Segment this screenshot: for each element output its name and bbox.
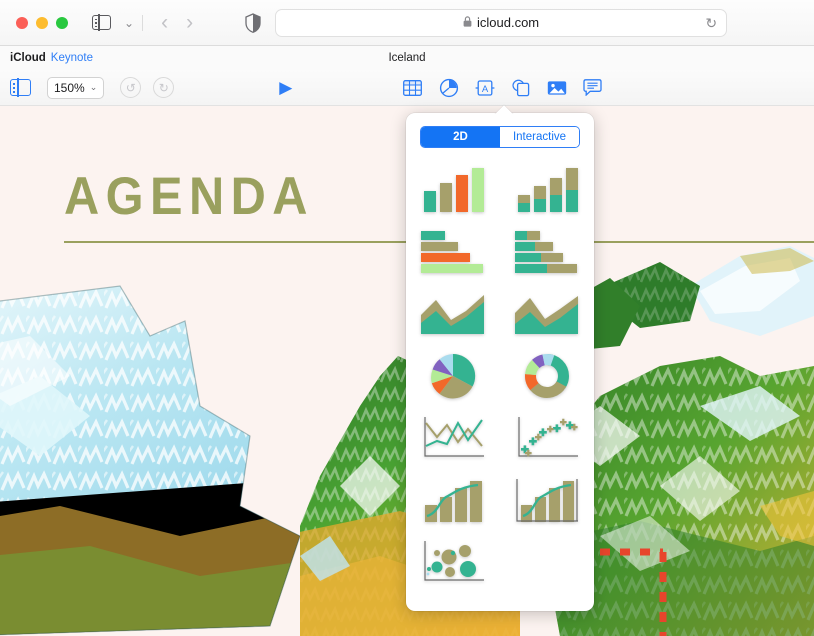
navigation-arrows: ‹ › <box>161 12 193 33</box>
page-title: AGENDA <box>64 167 314 226</box>
window-traffic-lights <box>16 16 68 29</box>
undo-button[interactable]: ↺ <box>120 77 142 98</box>
privacy-shield-icon[interactable] <box>245 12 261 33</box>
minimize-window-button[interactable] <box>36 16 48 29</box>
address-bar[interactable]: icloud.com ↻ <box>275 8 728 37</box>
chart-type-scatter[interactable] <box>500 407 594 469</box>
media-icon[interactable] <box>546 77 567 98</box>
forward-button[interactable]: › <box>186 12 193 33</box>
chart-icon[interactable] <box>438 77 459 98</box>
chart-type-bubble[interactable] <box>406 531 500 593</box>
chart-type-line[interactable] <box>406 407 500 469</box>
chart-type-two-axis[interactable] <box>500 469 594 531</box>
comment-icon[interactable] <box>582 77 603 98</box>
chevron-down-icon: ⌄ <box>89 82 98 92</box>
popover-arrow <box>494 104 514 114</box>
zoom-level-value: 150% <box>54 80 85 95</box>
chart-type-grid <box>406 159 594 593</box>
chart-type-stacked-bar[interactable] <box>500 221 594 283</box>
shape-icon[interactable] <box>510 77 531 98</box>
toolbar-divider <box>142 14 144 31</box>
chart-type-stacked-column[interactable] <box>500 159 594 221</box>
chart-type-bar[interactable] <box>406 221 500 283</box>
document-title: Iceland <box>388 52 426 64</box>
back-button[interactable]: ‹ <box>161 12 168 33</box>
chevron-down-icon[interactable]: ⌄ <box>124 17 134 29</box>
chart-type-mixed[interactable] <box>406 469 500 531</box>
play-slideshow-button[interactable]: ▶ <box>279 79 292 96</box>
svg-text:A: A <box>482 83 489 94</box>
keynote-titlebar: iCloud Keynote Iceland <box>0 46 814 70</box>
safari-window: ⌄ ‹ › icloud.com ↻ iCloud Keynote Icelan… <box>0 0 814 636</box>
zoom-level-dropdown[interactable]: 150% ⌄ <box>47 76 105 99</box>
table-icon[interactable] <box>402 77 423 98</box>
chart-type-column[interactable] <box>406 159 500 221</box>
lock-icon <box>463 14 472 32</box>
sidebar-toggle-icon[interactable] <box>92 14 111 31</box>
slide-navigator-toggle-icon[interactable] <box>10 78 31 97</box>
chart-type-area[interactable] <box>406 283 500 345</box>
insert-tools-group: A <box>402 77 603 98</box>
redo-button[interactable]: ↻ <box>153 77 175 98</box>
chart-type-stacked-area[interactable] <box>500 283 594 345</box>
address-bar-url: icloud.com <box>476 15 540 30</box>
close-window-button[interactable] <box>16 16 28 29</box>
reload-icon[interactable]: ↻ <box>705 16 717 30</box>
keynote-toolbar: 150% ⌄ ↺ ↻ ▶ A <box>0 70 814 106</box>
undo-redo-group: ↺ ↻ <box>120 77 175 98</box>
tab-2d[interactable]: 2D <box>421 127 500 147</box>
text-icon[interactable]: A <box>474 77 495 98</box>
insert-chart-popover: 2D Interactive <box>406 113 594 611</box>
chart-mode-segmented-control: 2D Interactive <box>420 126 580 148</box>
chart-type-pie[interactable] <box>406 345 500 407</box>
zoom-window-button[interactable] <box>56 16 68 29</box>
browser-toolbar: ⌄ ‹ › icloud.com ↻ <box>0 0 814 46</box>
tab-interactive[interactable]: Interactive <box>500 127 579 147</box>
chart-type-donut[interactable] <box>500 345 594 407</box>
